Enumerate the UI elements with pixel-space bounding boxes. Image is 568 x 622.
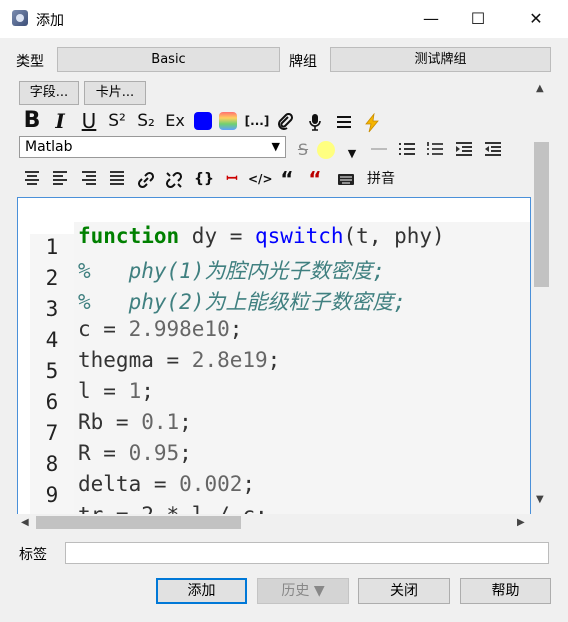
code-block[interactable]: 1 2 3 4 5 6 7 8 9 function dy = qswitch(… [30,222,530,514]
code-braces-icon[interactable]: {} [192,168,216,190]
unlink-icon[interactable] [162,168,186,190]
superscript-button[interactable]: S² [104,110,130,132]
code-line: l = 1; [78,379,154,403]
blockquote-icon[interactable]: “ [276,168,298,190]
deck-label: 牌组 [289,54,317,70]
code-line: % phy(2)为上能级粒子数密度; [78,290,407,314]
close-button[interactable]: 关闭 [358,578,450,604]
deck-button[interactable]: 测试牌组 [330,47,551,72]
highlight-dropdown-icon[interactable]: ▼ [344,143,360,165]
clear-format-button[interactable]: Ex [162,110,188,132]
fields-button[interactable]: 字段... [19,81,79,105]
app-icon [12,10,28,26]
bold-button[interactable]: B [20,110,44,132]
cloze-button[interactable]: [...] [244,110,270,132]
code-line: % phy(1)为腔内光子数密度; [78,259,386,283]
line-number: 7 [45,421,59,445]
highlight-color-icon[interactable] [317,141,335,159]
strikethrough-icon[interactable]: S [293,139,313,161]
line-number: 8 [45,452,59,476]
line-number: 6 [45,390,59,414]
chevron-down-icon: ▼ [271,140,280,153]
code-line: R = 0.95; [78,441,192,465]
align-right-icon[interactable] [77,168,101,190]
language-select[interactable]: Matlab ▼ [19,136,286,158]
text-color-icon[interactable] [194,112,212,130]
link-icon[interactable] [134,168,158,190]
keyboard-icon[interactable] [334,168,358,190]
align-justify-icon[interactable] [105,168,129,190]
maximize-button[interactable]: ☐ [455,0,501,38]
vertical-scroll-thumb[interactable] [534,142,549,287]
align-left-icon[interactable] [48,168,72,190]
line-number: 1 [45,235,59,259]
html-editor-icon[interactable]: </> [248,168,273,190]
pinyin-button[interactable]: 拼音 [364,168,398,190]
code-line: thegma = 2.8e19; [78,348,281,372]
code-line: Rb = 0.1; [78,410,192,434]
help-button[interactable]: 帮助 [460,578,551,604]
line-number: 9 [45,483,59,507]
subscript-button[interactable]: S₂ [133,110,159,132]
line-number: 5 [45,359,59,383]
cards-button[interactable]: 卡片... [84,81,146,105]
tags-label: 标签 [19,547,47,563]
code-line: c = 2.998e10; [78,317,243,341]
note-type-label: 类型 [16,54,44,70]
horizontal-rule-icon[interactable] [368,139,390,161]
add-button[interactable]: 添加 [156,578,247,604]
title-bar: 添加 — ☐ ✕ [0,0,568,38]
note-type-button[interactable]: Basic [57,47,280,72]
scroll-up-arrow-icon[interactable]: ▲ [536,83,544,94]
window-title: 添加 [36,13,64,29]
horizontal-scroll-thumb[interactable] [36,516,241,529]
scroll-right-arrow-icon[interactable]: ▶ [517,514,525,531]
line-number: 2 [45,266,59,290]
indent-icon[interactable] [482,139,504,161]
language-select-value: Matlab [25,139,73,155]
remove-format-icon[interactable]: ꟷ [220,168,244,190]
italic-button[interactable]: I [49,110,71,132]
outdent-icon[interactable] [453,139,475,161]
line-number: 4 [45,328,59,352]
scroll-left-arrow-icon[interactable]: ◀ [21,514,29,531]
bullet-list-icon[interactable] [396,139,418,161]
record-audio-icon[interactable] [303,110,327,132]
history-button[interactable]: 历史 ▼ [257,578,349,604]
minimize-button[interactable]: — [408,0,454,38]
tags-input[interactable] [65,542,549,564]
attach-icon[interactable] [273,110,297,132]
close-window-button[interactable]: ✕ [513,0,559,38]
code-line: tr = 2 * l / c; [78,503,268,514]
lightning-icon[interactable] [360,110,384,133]
scroll-down-arrow-icon[interactable]: ▼ [536,494,544,505]
code-editor[interactable]: 1 2 3 4 5 6 7 8 9 function dy = qswitch(… [17,197,531,514]
remove-blockquote-icon[interactable]: “ [304,168,326,190]
line-number: 3 [45,297,59,321]
underline-button[interactable]: U [77,110,101,132]
line-number-gutter: 1 2 3 4 5 6 7 8 9 [30,234,74,514]
code-line: function dy = qswitch(t, phy) [78,224,445,248]
numbered-list-icon[interactable] [424,139,446,161]
color-picker-icon[interactable] [219,112,237,130]
code-line: delta = 0.002; [78,472,256,496]
align-center-icon[interactable] [20,168,44,190]
menu-icon[interactable] [332,110,356,132]
